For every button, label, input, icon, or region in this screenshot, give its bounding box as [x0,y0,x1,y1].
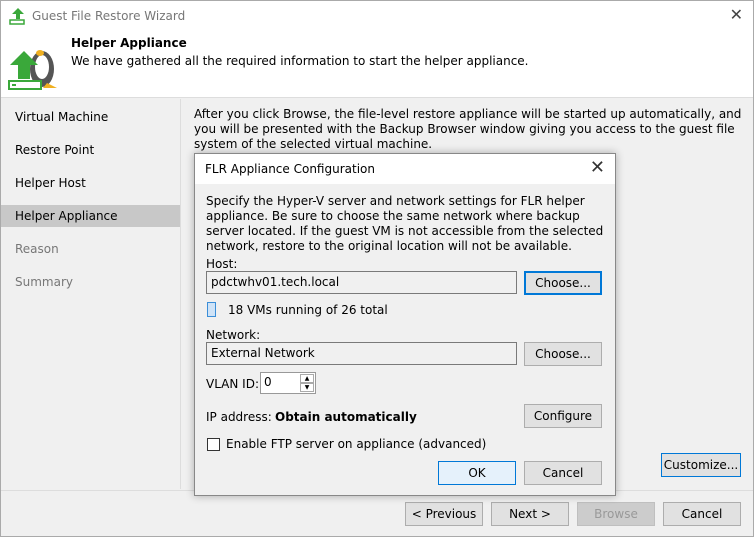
host-field[interactable]: pdctwhv01.tech.local [206,271,517,294]
ip-label: IP address: [206,410,272,424]
step-reason: Reason [15,242,59,256]
step-helper-appliance[interactable]: Helper Appliance [1,205,180,227]
vms-status: 18 VMs running of 26 total [228,303,388,317]
ip-value: Obtain automatically [275,410,417,424]
dialog-title-bar: FLR Appliance Configuration ✕ [195,154,615,184]
host-label: Host: [206,257,238,271]
wizard-window: Guest File Restore Wizard ✕ Helper Appli… [0,0,754,537]
window-title: Guest File Restore Wizard [32,9,186,23]
step-virtual-machine[interactable]: Virtual Machine [1,101,180,134]
step-description: After you click Browse, the file-level r… [194,107,742,151]
page-title: Helper Appliance [71,36,187,50]
page-subtitle: We have gathered all the required inform… [71,54,529,68]
wizard-header: Helper Appliance We have gathered all th… [1,31,753,98]
dialog-intro: Specify the Hyper-V server and network s… [206,194,604,253]
close-icon[interactable]: ✕ [730,5,743,24]
network-label: Network: [206,328,261,342]
dialog-cancel-button[interactable]: Cancel [524,461,602,485]
browse-button: Browse [577,502,655,526]
decrement-icon[interactable]: ▼ [300,383,314,392]
step-helper-host[interactable]: Helper Host [1,167,180,200]
step-summary: Summary [15,275,73,289]
dialog-close-icon[interactable]: ✕ [590,157,605,178]
vlan-value[interactable]: 0 [264,375,272,389]
step-restore-point[interactable]: Restore Point [1,134,180,167]
configure-button[interactable]: Configure [524,404,602,428]
cancel-button[interactable]: Cancel [663,502,741,526]
network-choose-button[interactable]: Choose... [524,342,602,366]
host-server-icon [207,302,216,317]
increment-icon[interactable]: ▲ [300,374,314,383]
next-button[interactable]: Next > [491,502,569,526]
wizard-steps: Virtual Machine Restore Point Helper Hos… [1,99,181,489]
customize-button[interactable]: Customize... [661,453,741,477]
dialog-title: FLR Appliance Configuration [205,162,375,176]
flr-appliance-dialog: FLR Appliance Configuration ✕ Specify th… [194,153,616,496]
host-choose-button[interactable]: Choose... [524,271,602,295]
vlan-label: VLAN ID: [206,377,259,391]
vlan-stepper[interactable]: 0 ▲ ▼ [260,372,316,394]
app-icon [9,8,25,25]
ok-button[interactable]: OK [438,461,516,485]
linux-upload-icon [8,50,57,90]
previous-button[interactable]: < Previous [405,502,483,526]
network-field[interactable]: External Network [206,342,517,365]
ftp-label[interactable]: Enable FTP server on appliance (advanced… [226,437,486,451]
ftp-checkbox[interactable] [207,438,220,451]
title-bar: Guest File Restore Wizard ✕ [1,1,753,31]
